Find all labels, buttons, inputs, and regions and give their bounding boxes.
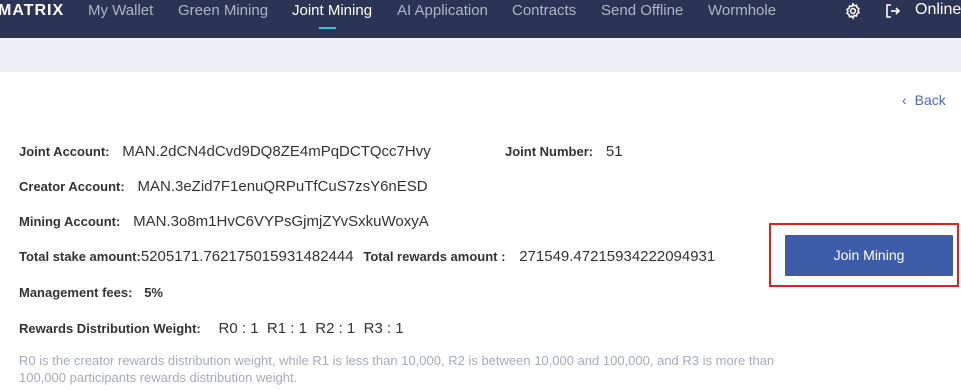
subheader-bar (0, 38, 961, 72)
nav-item-contracts[interactable]: Contracts (512, 1, 576, 21)
management-fees-row: Management fees: 5% (19, 283, 163, 302)
nav-item-joint-mining[interactable]: Joint Mining (292, 1, 372, 21)
creator-account-row: Creator Account: MAN.3eZid7F1enuQRPuTfCu… (19, 177, 428, 196)
active-nav-indicator (319, 27, 336, 29)
total-stake-label: Total stake amount: (19, 249, 141, 264)
joint-number-row: Joint Number: 51 (505, 142, 623, 161)
total-rewards-label: Total rewards amount : (363, 249, 506, 264)
nav-item-wormhole[interactable]: Wormhole (708, 1, 776, 21)
nav-item-send-offline[interactable]: Send Offline (601, 1, 683, 21)
gear-icon[interactable] (844, 2, 862, 20)
management-fees-value: 5% (144, 285, 163, 300)
rewards-weight-value: R0 : 1 R1 : 1 R2 : 1 R3 : 1 (218, 320, 404, 337)
mining-account-label: Mining Account: (19, 214, 121, 229)
rewards-weight-row: Rewards Distribution Weight: R0 : 1 R1 :… (19, 319, 404, 338)
management-fees-label: Management fees: (19, 285, 133, 300)
join-mining-button[interactable]: Join Mining (785, 235, 953, 276)
joint-account-value: MAN.2dCN4dCvd9DQ8ZE4mPqDCTQcc7Hvy (122, 143, 431, 160)
connection-status: Online (915, 1, 961, 18)
nav-item-green-mining[interactable]: Green Mining (178, 1, 268, 21)
rewards-weight-label: Rewards Distribution Weight: (19, 321, 201, 336)
back-link[interactable]: ‹ Back (902, 91, 946, 109)
joint-number-value: 51 (605, 143, 623, 160)
brand-logo: MATRIX (0, 2, 65, 19)
nav-item-my-wallet[interactable]: My Wallet (88, 1, 153, 21)
creator-account-label: Creator Account: (19, 179, 125, 194)
total-rewards-value: 271549.47215934222094931 (519, 248, 716, 265)
mining-account-value: MAN.3o8m1HvC6VYPsGjmjZYvSxkuWoxyA (133, 213, 429, 230)
creator-account-value: MAN.3eZid7F1enuQRPuTfCuS7zsY6nESD (137, 178, 428, 195)
logout-icon[interactable] (885, 3, 901, 19)
mining-account-row: Mining Account: MAN.3o8m1HvC6VYPsGjmjZYv… (19, 212, 429, 231)
nav-item-ai-application[interactable]: AI Application (397, 1, 488, 21)
back-label: Back (914, 92, 946, 108)
top-navbar: MATRIX My Wallet Green Mining Joint Mini… (0, 0, 961, 38)
joint-account-row: Joint Account: MAN.2dCN4dCvd9DQ8ZE4mPqDC… (19, 142, 431, 161)
weight-explanation-note: R0 is the creator rewards distribution w… (19, 353, 775, 385)
total-stake-row: Total stake amount:5205171.7621750159314… (19, 247, 715, 266)
chevron-left-icon: ‹ (902, 92, 907, 108)
joint-number-label: Joint Number: (505, 144, 594, 159)
total-stake-value: 5205171.762175015931482444 (140, 248, 354, 265)
joint-account-label: Joint Account: (19, 144, 110, 159)
